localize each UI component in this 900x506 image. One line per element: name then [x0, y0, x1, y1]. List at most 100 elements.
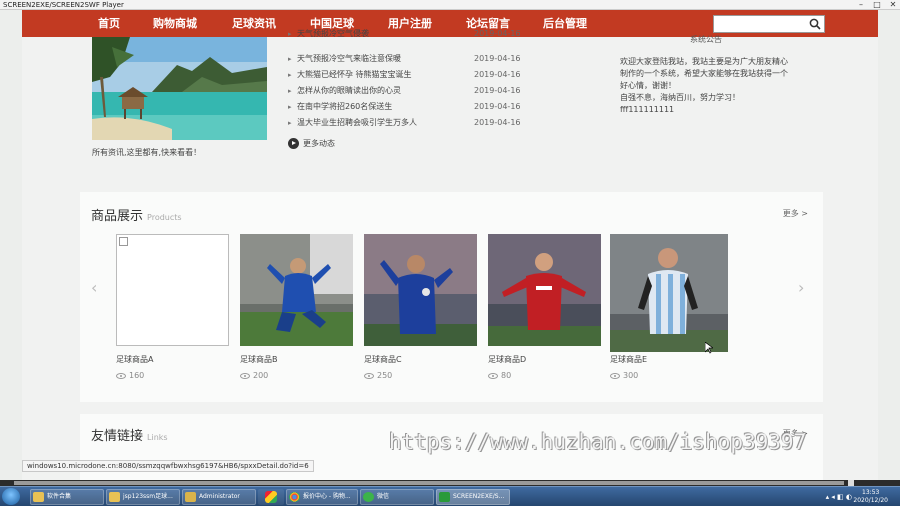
taskbar-item-label: 微信 [377, 493, 390, 500]
products-more-link[interactable]: 更多 > [783, 208, 808, 219]
links-title: 友情链接 [91, 429, 144, 444]
taskbar-item-label: jsp123ssm足球... [123, 493, 173, 500]
product-views: 250 [364, 371, 477, 380]
hero-caption: 所有资讯,这里都有,快来看看！ [92, 148, 202, 157]
list-item[interactable]: ▸ 怎样从你的眼睛读出你的心灵 2019-04-16 [288, 84, 533, 98]
product-views: 80 [488, 371, 601, 380]
mouse-cursor-icon [705, 342, 713, 354]
more-news-link[interactable]: 更多动态 [288, 137, 335, 151]
bullet-icon: ▸ [288, 119, 292, 127]
taskbar-item[interactable]: 微信 [360, 489, 434, 505]
product-name[interactable]: 足球商品C [364, 354, 477, 365]
watermark: https://www.huzhan.com/ishop39397 [389, 430, 807, 454]
links-heading: 友情链接 Links [91, 425, 168, 444]
news-date: 2019-04-16 [474, 118, 521, 127]
clock-date: 2020/12/20 [853, 497, 888, 504]
search-input[interactable] [714, 21, 806, 37]
notice-line: 好心情，谢谢！ [620, 81, 676, 90]
product-views: 300 [610, 371, 728, 380]
product-card[interactable]: 足球商品B 200 [240, 234, 353, 380]
views-count: 200 [253, 371, 269, 380]
taskbar-item-label: 软件合集 [47, 493, 72, 500]
bullet-icon: ▸ [288, 87, 292, 95]
search-icon[interactable] [808, 17, 822, 31]
nav-shop[interactable]: 购物商城 [153, 10, 197, 37]
notice-line: 欢迎大家登陆我站，我站主要是为广大朋友精心 [620, 57, 788, 66]
eye-icon [364, 372, 374, 379]
web-page: 首页 购物商城 足球资讯 中国足球 用户注册 论坛留言 后台管理 所有资讯,这里… [22, 10, 878, 480]
status-bar-url: windows10.microdone.cn:8080/ssmzqqwfbwxh… [22, 460, 314, 472]
product-name[interactable]: 足球商品E [610, 354, 728, 365]
news-title[interactable]: 怎样从你的眼睛读出你的心灵 [297, 84, 401, 98]
nav-home[interactable]: 首页 [98, 10, 120, 37]
close-icon[interactable]: ✕ [884, 0, 900, 10]
notice-line: fff111111111 [620, 105, 675, 114]
system-tray[interactable]: ▴ ◂ ◧ ◐ [826, 493, 852, 501]
wechat-icon [363, 492, 374, 502]
player-titlebar: SCREEN2EXE/SCREEN2SWF Player – □ ✕ [0, 0, 900, 10]
carousel-prev-icon[interactable]: ‹ [91, 278, 97, 297]
eye-icon [488, 372, 498, 379]
taskbar-app[interactable] [258, 489, 284, 505]
nav-admin[interactable]: 后台管理 [543, 10, 587, 37]
news-title[interactable]: 天气预报冷空气侵袭 [297, 27, 369, 41]
product-image[interactable] [610, 234, 728, 352]
news-date: 2019-04-16 [474, 29, 521, 38]
list-item[interactable]: ▸ 天气预报冷空气来临注意保暖 2019-04-16 [288, 52, 533, 66]
news-title[interactable]: 大熊猫已经怀孕 待熊猫宝宝诞生 [297, 68, 412, 82]
taskbar-item[interactable]: 报价中心 - 购物... [286, 489, 358, 505]
play-circle-icon [288, 138, 299, 149]
product-card[interactable]: 足球商品A 160 [116, 234, 229, 380]
product-views: 200 [240, 371, 353, 380]
taskbar-item[interactable]: Administrator [182, 489, 256, 505]
eye-icon [610, 372, 620, 379]
bullet-icon: ▸ [288, 103, 292, 111]
taskbar-clock[interactable]: 13:53 2020/12/20 [853, 489, 888, 505]
start-button[interactable] [2, 488, 20, 505]
app-icon [265, 491, 277, 503]
window-title: SCREEN2EXE/SCREEN2SWF Player [3, 1, 124, 9]
news-title[interactable]: 在南中学将招260名保送生 [297, 100, 392, 114]
product-name[interactable]: 足球商品A [116, 354, 229, 365]
product-name[interactable]: 足球商品B [240, 354, 353, 365]
folder-icon [109, 492, 120, 502]
product-name[interactable]: 足球商品D [488, 354, 601, 365]
list-item[interactable]: ▸ 在南中学将招260名保送生 2019-04-16 [288, 100, 533, 114]
notice-line: 自强不息，海纳百川，努力学习！ [620, 93, 740, 102]
product-image[interactable] [364, 234, 477, 346]
clock-time: 13:53 [862, 489, 880, 496]
notice-title: 系统公告 [690, 35, 722, 44]
search-box [713, 15, 825, 37]
nav-football-news[interactable]: 足球资讯 [232, 10, 276, 37]
news-title[interactable]: 天气预报冷空气来临注意保暖 [297, 52, 401, 66]
product-image[interactable] [240, 234, 353, 346]
views-count: 160 [129, 371, 145, 380]
hero-image[interactable] [92, 37, 267, 140]
taskbar-item-label: SCREEN2EXE/S... [453, 493, 505, 500]
bullet-icon: ▸ [288, 30, 292, 38]
list-item[interactable]: ▸ 天气预报冷空气侵袭 2019-04-16 [288, 27, 533, 41]
product-card[interactable]: 足球商品E 300 [610, 234, 728, 380]
taskbar-item[interactable]: jsp123ssm足球... [106, 489, 180, 505]
product-card[interactable]: 足球商品C 250 [364, 234, 477, 380]
views-count: 250 [377, 371, 393, 380]
links-title-en: Links [147, 433, 168, 442]
taskbar-item-label: Administrator [199, 493, 240, 500]
product-image[interactable] [488, 234, 601, 346]
product-card[interactable]: 足球商品D 80 [488, 234, 601, 380]
news-title[interactable]: 温大毕业生招聘会吸引学生万多人 [297, 116, 417, 130]
list-item[interactable]: ▸ 温大毕业生招聘会吸引学生万多人 2019-04-16 [288, 116, 533, 130]
more-news-label: 更多动态 [303, 139, 335, 148]
taskbar-item[interactable]: 软件合集 [30, 489, 104, 505]
folder-icon [33, 492, 44, 502]
carousel-next-icon[interactable]: › [798, 278, 804, 297]
list-item[interactable]: ▸ 大熊猫已经怀孕 待熊猫宝宝诞生 2019-04-16 [288, 68, 533, 82]
product-views: 160 [116, 371, 229, 380]
bullet-icon: ▸ [288, 55, 292, 63]
views-count: 80 [501, 371, 512, 380]
taskbar-item[interactable]: SCREEN2EXE/S... [436, 489, 510, 505]
views-count: 300 [623, 371, 639, 380]
product-image-placeholder[interactable] [116, 234, 229, 346]
news-date: 2019-04-16 [474, 102, 521, 111]
progress-fill [14, 481, 844, 485]
